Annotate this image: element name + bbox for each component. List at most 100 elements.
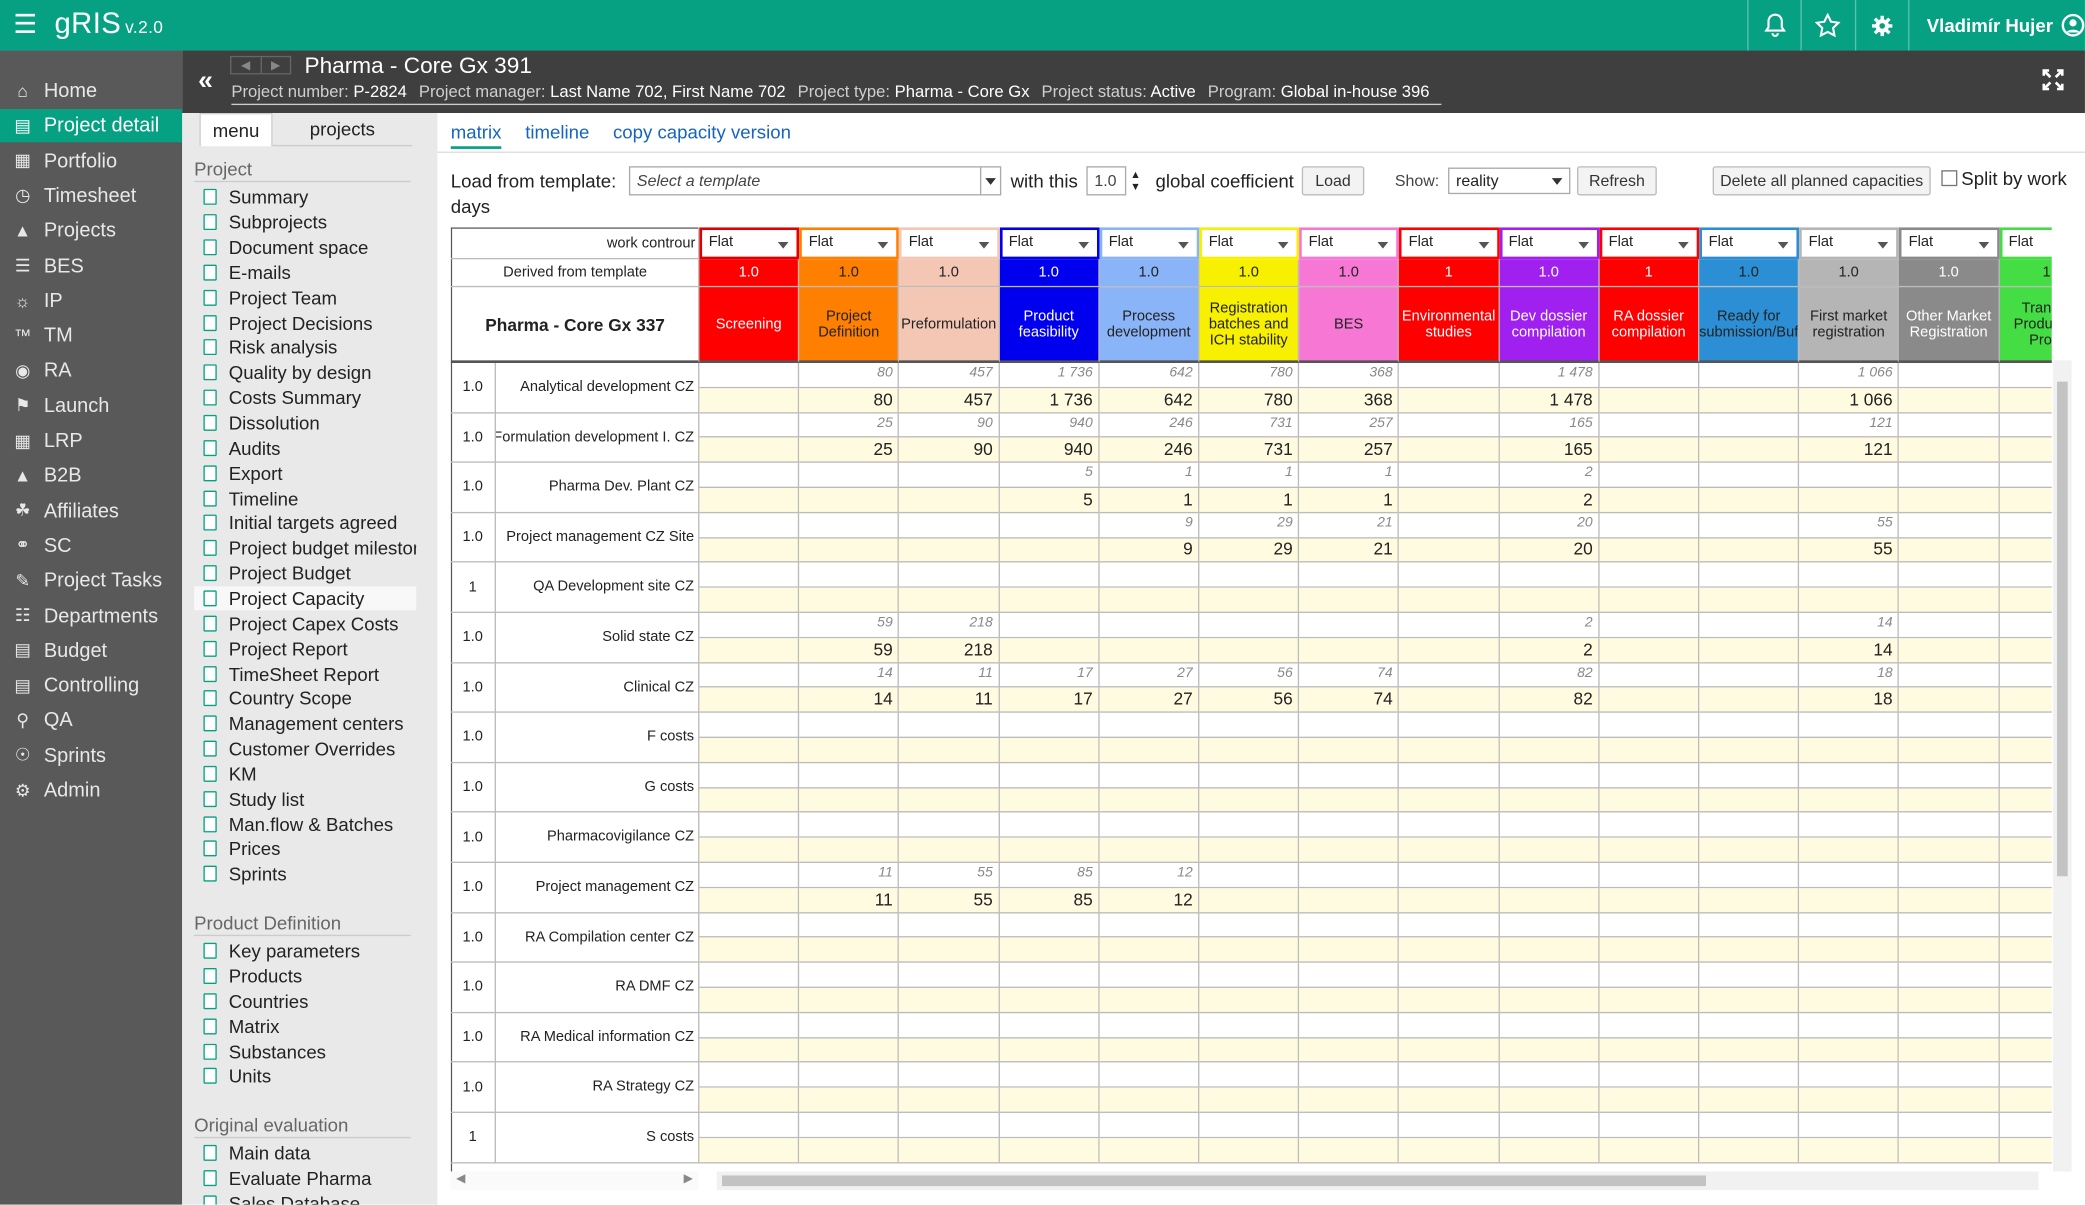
nav-item-sprints[interactable]: ☉ Sprints (0, 739, 182, 772)
planned-cell[interactable] (1699, 912, 1800, 938)
planned-cell[interactable] (899, 812, 1000, 838)
planned-cell[interactable]: 9 (1099, 512, 1200, 538)
planned-cell[interactable]: 17 (999, 662, 1100, 688)
capacity-cell[interactable] (1199, 1087, 1300, 1113)
planned-cell[interactable]: 121 (1799, 412, 1900, 438)
capacity-cell[interactable] (1399, 1087, 1500, 1113)
nav-item-ip[interactable]: ☼ IP (0, 284, 182, 317)
capacity-cell[interactable]: 1 (1299, 487, 1400, 513)
nav-item-project-detail[interactable]: ▤ Project detail (0, 109, 183, 143)
planned-cell[interactable] (1399, 1062, 1500, 1088)
row-coefficient[interactable]: 1.0 (450, 712, 496, 763)
capacity-cell[interactable] (1499, 1137, 1600, 1163)
planned-cell[interactable] (1699, 812, 1800, 838)
planned-cell[interactable]: 2 (1499, 462, 1600, 488)
capacity-cell[interactable] (1799, 737, 1900, 763)
planned-cell[interactable] (1499, 712, 1600, 738)
nav-item-affiliates[interactable]: ☘ Affiliates (0, 494, 182, 527)
planned-cell[interactable] (1299, 762, 1400, 788)
planned-cell[interactable] (1799, 562, 1900, 588)
capacity-cell[interactable] (1999, 537, 2052, 563)
planned-cell[interactable] (1999, 563, 2052, 588)
capacity-cell[interactable] (1799, 587, 1900, 613)
capacity-cell[interactable] (1299, 587, 1400, 613)
planned-cell[interactable] (1999, 363, 2052, 389)
capacity-cell[interactable]: 21 (1299, 537, 1400, 563)
capacity-cell[interactable] (799, 837, 900, 863)
planned-cell[interactable]: 20 (1499, 512, 1600, 538)
planned-cell[interactable]: 11 (899, 662, 1000, 688)
capacity-cell[interactable] (1699, 1037, 1800, 1063)
capacity-cell[interactable] (899, 787, 1000, 813)
nav-item-bes[interactable]: ☰ BES (0, 249, 182, 282)
capacity-cell[interactable]: 55 (1799, 537, 1900, 563)
capacity-cell[interactable] (1399, 537, 1500, 563)
capacity-cell[interactable] (1299, 937, 1400, 963)
capacity-cell[interactable] (1799, 787, 1900, 813)
capacity-cell[interactable] (1999, 787, 2052, 813)
capacity-cell[interactable] (1199, 737, 1300, 763)
row-coefficient[interactable]: 1.0 (450, 912, 496, 963)
menu-item-countries[interactable]: Countries (194, 989, 416, 1014)
capacity-cell[interactable]: 165 (1499, 437, 1600, 463)
planned-cell[interactable] (1999, 1063, 2052, 1088)
coefficient-spinner[interactable]: ▲ ▼ (1129, 166, 1142, 195)
planned-cell[interactable]: 1 478 (1499, 363, 1600, 389)
planned-cell[interactable] (1499, 1112, 1600, 1138)
tab-timeline[interactable]: timeline (525, 121, 589, 142)
planned-cell[interactable] (1899, 512, 2000, 538)
planned-cell[interactable] (1599, 912, 1700, 938)
planned-cell[interactable] (1699, 512, 1800, 538)
capacity-cell[interactable]: 18 (1799, 687, 1900, 713)
capacity-cell[interactable]: 246 (1099, 437, 1200, 463)
capacity-cell[interactable]: 80 (799, 388, 900, 413)
menu-item-units[interactable]: Units (194, 1064, 416, 1089)
capacity-cell[interactable]: 27 (1099, 687, 1200, 713)
row-coefficient[interactable]: 1.0 (450, 462, 496, 513)
flat-select[interactable]: Flat (1699, 227, 1800, 260)
row-coefficient[interactable]: 1.0 (450, 412, 496, 463)
planned-cell[interactable] (1399, 1012, 1500, 1038)
menu-item-project-report[interactable]: Project Report (194, 636, 416, 661)
capacity-cell[interactable] (1399, 388, 1500, 413)
capacity-cell[interactable] (699, 537, 800, 563)
planned-cell[interactable] (1199, 1012, 1300, 1038)
planned-cell[interactable] (1399, 662, 1500, 688)
capacity-cell[interactable] (899, 1137, 1000, 1163)
capacity-cell[interactable] (1599, 487, 1700, 513)
planned-cell[interactable] (1199, 962, 1300, 988)
planned-cell[interactable] (1499, 862, 1600, 888)
planned-cell[interactable] (1899, 1062, 2000, 1088)
capacity-cell[interactable] (1599, 1137, 1700, 1163)
menu-item-substances[interactable]: Substances (194, 1039, 416, 1064)
planned-cell[interactable] (1199, 912, 1300, 938)
planned-cell[interactable] (1699, 363, 1800, 389)
capacity-cell[interactable] (1999, 837, 2052, 863)
planned-cell[interactable] (999, 712, 1100, 738)
capacity-cell[interactable] (1699, 537, 1800, 563)
capacity-cell[interactable] (1699, 987, 1800, 1013)
capacity-cell[interactable] (1899, 1087, 2000, 1113)
capacity-cell[interactable] (1999, 1137, 2052, 1163)
planned-cell[interactable] (1799, 962, 1900, 988)
menu-item-document-space[interactable]: Document space (194, 235, 416, 260)
capacity-cell[interactable]: 1 (1199, 487, 1300, 513)
planned-cell[interactable] (1599, 862, 1700, 888)
capacity-cell[interactable] (699, 437, 800, 463)
capacity-cell[interactable] (1999, 388, 2052, 413)
planned-cell[interactable] (1599, 1112, 1700, 1138)
capacity-cell[interactable] (1899, 537, 2000, 563)
menu-item-subprojects[interactable]: Subprojects (194, 210, 416, 235)
planned-cell[interactable] (899, 712, 1000, 738)
planned-cell[interactable] (1599, 1012, 1700, 1038)
capacity-cell[interactable] (1099, 1087, 1200, 1113)
planned-cell[interactable] (999, 1012, 1100, 1038)
capacity-cell[interactable] (1199, 887, 1300, 913)
capacity-cell[interactable] (699, 587, 800, 613)
planned-cell[interactable] (699, 812, 800, 838)
menu-item-customer-overrides[interactable]: Customer Overrides (194, 736, 416, 761)
planned-cell[interactable] (1899, 1012, 2000, 1038)
row-coefficient[interactable]: 1.0 (450, 512, 496, 563)
planned-cell[interactable] (1999, 413, 2052, 438)
capacity-cell[interactable] (999, 937, 1100, 963)
